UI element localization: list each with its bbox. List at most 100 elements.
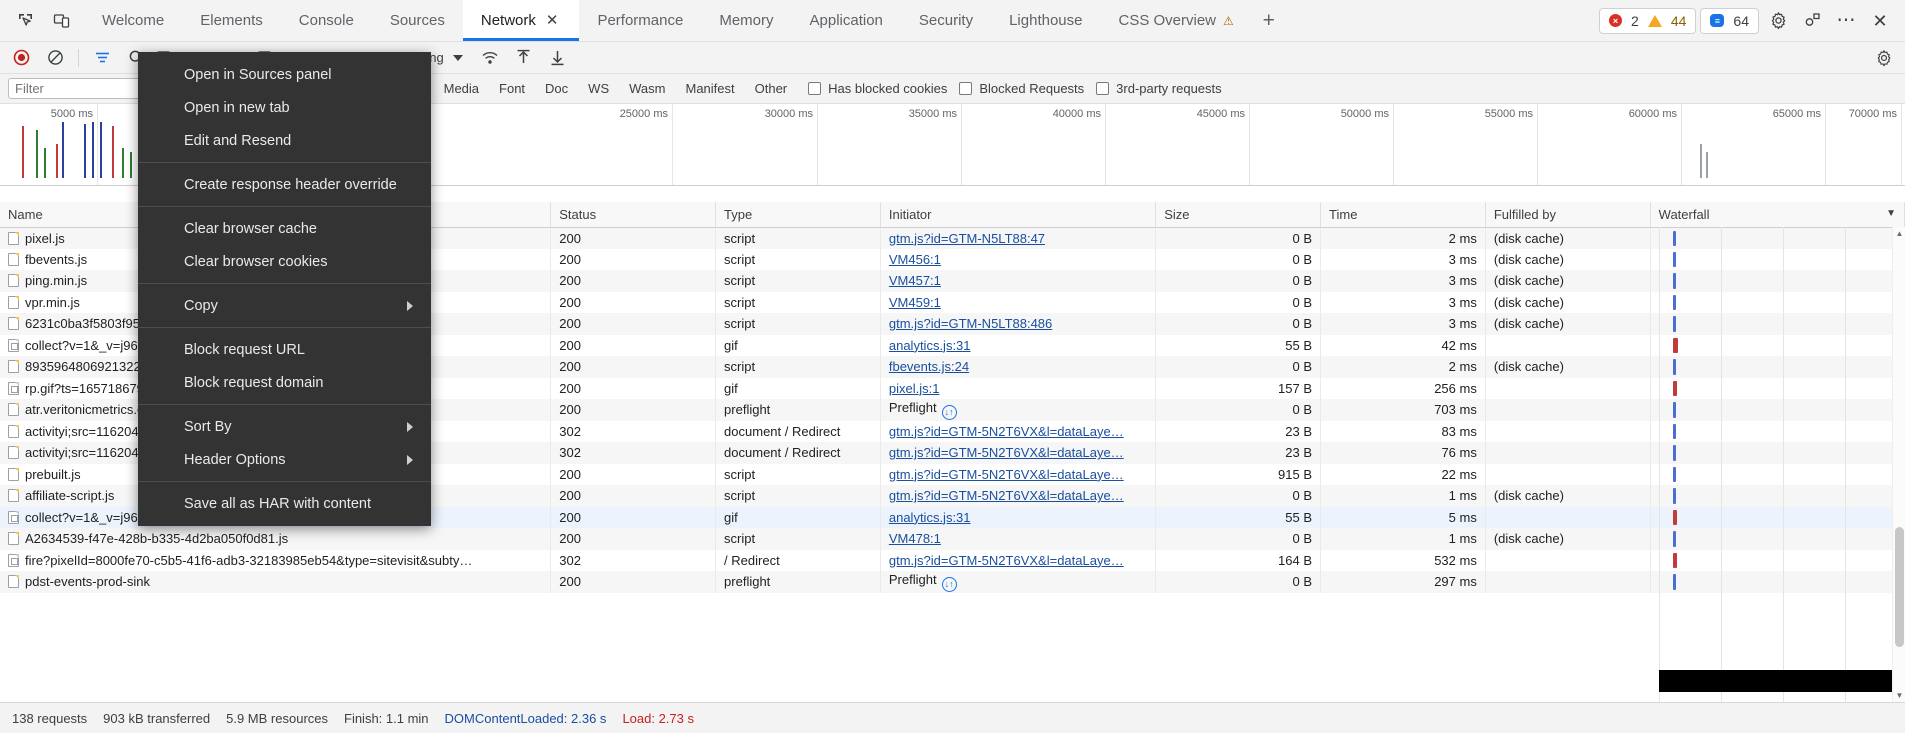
table-vertical-scrollbar[interactable]: ▲ ▼ — [1892, 227, 1905, 702]
column-header-type[interactable]: Type — [716, 202, 881, 227]
column-header-status[interactable]: Status — [551, 202, 716, 227]
device-toolbar-icon[interactable] — [46, 6, 76, 36]
table-row[interactable]: pdst-events-prod-sink200preflightPreflig… — [0, 571, 1905, 593]
context-menu-item-header-options[interactable]: Header Options — [138, 443, 431, 476]
column-header-fulfilled-by[interactable]: Fulfilled by — [1485, 202, 1650, 227]
issues-counter-info[interactable]: ≡ 64 — [1700, 8, 1759, 34]
scroll-up-arrow-icon[interactable]: ▲ — [1893, 227, 1905, 240]
cell-initiator[interactable]: gtm.js?id=GTM-5N2T6VX&l=dataLaye… — [880, 464, 1155, 486]
cell-initiator[interactable]: gtm.js?id=GTM-5N2T6VX&l=dataLaye… — [880, 421, 1155, 443]
cell-initiator[interactable]: VM478:1 — [880, 528, 1155, 550]
initiator-link[interactable]: gtm.js?id=GTM-5N2T6VX&l=dataLaye… — [889, 553, 1124, 568]
cell-initiator[interactable]: gtm.js?id=GTM-5N2T6VX&l=dataLaye… — [880, 550, 1155, 572]
preflight-arrows-icon[interactable]: ↓↑ — [942, 577, 957, 592]
filter-check-blocked-requests[interactable]: Blocked Requests — [959, 81, 1084, 96]
initiator-link[interactable]: VM478:1 — [889, 531, 941, 546]
filter-type-other[interactable]: Other — [746, 79, 797, 98]
cell-initiator[interactable]: VM457:1 — [880, 270, 1155, 292]
filter-check-3rd-party-requests[interactable]: 3rd-party requests — [1096, 81, 1222, 96]
settings-gear-icon[interactable] — [1763, 6, 1793, 36]
more-options-icon[interactable]: ⋯ — [1831, 6, 1861, 36]
initiator-link[interactable]: VM459:1 — [889, 295, 941, 310]
initiator-link[interactable]: gtm.js?id=GTM-5N2T6VX&l=dataLaye… — [889, 467, 1124, 482]
context-menu-item-copy[interactable]: Copy — [138, 289, 431, 322]
tab-network[interactable]: Network✕ — [463, 0, 580, 41]
tab-application[interactable]: Application — [792, 0, 901, 41]
close-devtools-icon[interactable]: ✕ — [1865, 6, 1895, 36]
column-header-time[interactable]: Time — [1321, 202, 1486, 227]
cell-initiator[interactable]: fbevents.js:24 — [880, 356, 1155, 378]
column-header-size[interactable]: Size — [1156, 202, 1321, 227]
context-menu-item-block-request-domain[interactable]: Block request domain — [138, 366, 431, 399]
filter-type-manifest[interactable]: Manifest — [676, 79, 743, 98]
filter-type-doc[interactable]: Doc — [536, 79, 577, 98]
cell-name[interactable]: pdst-events-prod-sink — [0, 571, 551, 593]
initiator-link[interactable]: fbevents.js:24 — [889, 359, 969, 374]
cell-initiator[interactable]: VM456:1 — [880, 249, 1155, 271]
tab-performance[interactable]: Performance — [579, 0, 701, 41]
initiator-link[interactable]: pixel.js:1 — [889, 381, 940, 396]
import-har-icon[interactable] — [511, 46, 537, 70]
cell-initiator[interactable]: gtm.js?id=GTM-N5LT88:486 — [880, 313, 1155, 335]
context-menu-item-clear-browser-cache[interactable]: Clear browser cache — [138, 212, 431, 245]
checkbox-box[interactable] — [1096, 82, 1109, 95]
context-menu-item-block-request-url[interactable]: Block request URL — [138, 333, 431, 366]
scroll-down-arrow-icon[interactable]: ▼ — [1893, 689, 1905, 702]
tab-welcome[interactable]: Welcome — [84, 0, 182, 41]
context-menu-item-clear-browser-cookies[interactable]: Clear browser cookies — [138, 245, 431, 278]
customize-devtools-icon[interactable] — [1797, 6, 1827, 36]
cell-initiator[interactable]: Preflight↓↑ — [880, 571, 1155, 593]
column-header-initiator[interactable]: Initiator — [880, 202, 1155, 227]
table-scroll-thumb[interactable] — [1895, 527, 1904, 647]
context-menu-item-create-response-header-override[interactable]: Create response header override — [138, 168, 431, 201]
chevron-down-icon[interactable]: ▼ — [1886, 208, 1896, 219]
network-request-context-menu[interactable]: Open in Sources panelOpen in new tabEdit… — [138, 52, 431, 526]
context-menu-item-open-in-new-tab[interactable]: Open in new tab — [138, 91, 431, 124]
tab-css-overview[interactable]: CSS Overview⚠ — [1100, 0, 1251, 41]
cell-initiator[interactable]: gtm.js?id=GTM-N5LT88:47 — [880, 227, 1155, 249]
issues-counter-errors-warnings[interactable]: × 2 44 — [1599, 8, 1696, 34]
cell-initiator[interactable]: pixel.js:1 — [880, 378, 1155, 400]
clear-network-log-button[interactable] — [42, 46, 68, 70]
initiator-link[interactable]: VM457:1 — [889, 273, 941, 288]
initiator-link[interactable]: analytics.js:31 — [889, 510, 971, 525]
export-har-icon[interactable] — [545, 46, 571, 70]
initiator-link[interactable]: gtm.js?id=GTM-5N2T6VX&l=dataLaye… — [889, 488, 1124, 503]
cell-initiator[interactable]: analytics.js:31 — [880, 507, 1155, 529]
tab-memory[interactable]: Memory — [701, 0, 791, 41]
cell-initiator[interactable]: gtm.js?id=GTM-5N2T6VX&l=dataLaye… — [880, 442, 1155, 464]
tab-sources[interactable]: Sources — [372, 0, 463, 41]
context-menu-item-save-all-as-har-with-content[interactable]: Save all as HAR with content — [138, 487, 431, 520]
initiator-link[interactable]: gtm.js?id=GTM-N5LT88:47 — [889, 231, 1045, 246]
context-menu-item-sort-by[interactable]: Sort By — [138, 410, 431, 443]
network-conditions-icon[interactable] — [477, 46, 503, 70]
network-settings-gear-icon[interactable] — [1871, 46, 1897, 70]
filter-type-font[interactable]: Font — [490, 79, 534, 98]
preflight-arrows-icon[interactable]: ↓↑ — [942, 405, 957, 420]
context-menu-item-edit-and-resend[interactable]: Edit and Resend — [138, 124, 431, 157]
checkbox-box[interactable] — [959, 82, 972, 95]
checkbox-box[interactable] — [808, 82, 821, 95]
cell-initiator[interactable]: VM459:1 — [880, 292, 1155, 314]
initiator-link[interactable]: VM456:1 — [889, 252, 941, 267]
table-row[interactable]: fire?pixelId=8000fe70-c5b5-41f6-adb3-321… — [0, 550, 1905, 572]
cell-initiator[interactable]: analytics.js:31 — [880, 335, 1155, 357]
inspect-element-icon[interactable] — [10, 6, 40, 36]
tab-console[interactable]: Console — [281, 0, 372, 41]
initiator-link[interactable]: gtm.js?id=GTM-5N2T6VX&l=dataLaye… — [889, 424, 1124, 439]
tab-lighthouse[interactable]: Lighthouse — [991, 0, 1100, 41]
cell-initiator[interactable]: Preflight↓↑ — [880, 399, 1155, 421]
cell-name[interactable]: fire?pixelId=8000fe70-c5b5-41f6-adb3-321… — [0, 550, 551, 572]
cell-name[interactable]: A2634539-f47e-428b-b335-4d2ba050f0d81.js — [0, 528, 551, 550]
filter-check-has-blocked-cookies[interactable]: Has blocked cookies — [808, 81, 947, 96]
filter-type-wasm[interactable]: Wasm — [620, 79, 674, 98]
close-icon[interactable]: ✕ — [543, 11, 562, 30]
add-tab-button[interactable]: + — [1252, 0, 1286, 41]
filter-type-ws[interactable]: WS — [579, 79, 618, 98]
cell-initiator[interactable]: gtm.js?id=GTM-5N2T6VX&l=dataLaye… — [880, 485, 1155, 507]
initiator-link[interactable]: analytics.js:31 — [889, 338, 971, 353]
tab-security[interactable]: Security — [901, 0, 991, 41]
column-header-waterfall[interactable]: Waterfall▼ — [1650, 202, 1904, 227]
initiator-link[interactable]: gtm.js?id=GTM-5N2T6VX&l=dataLaye… — [889, 445, 1124, 460]
filter-type-media[interactable]: Media — [435, 79, 488, 98]
